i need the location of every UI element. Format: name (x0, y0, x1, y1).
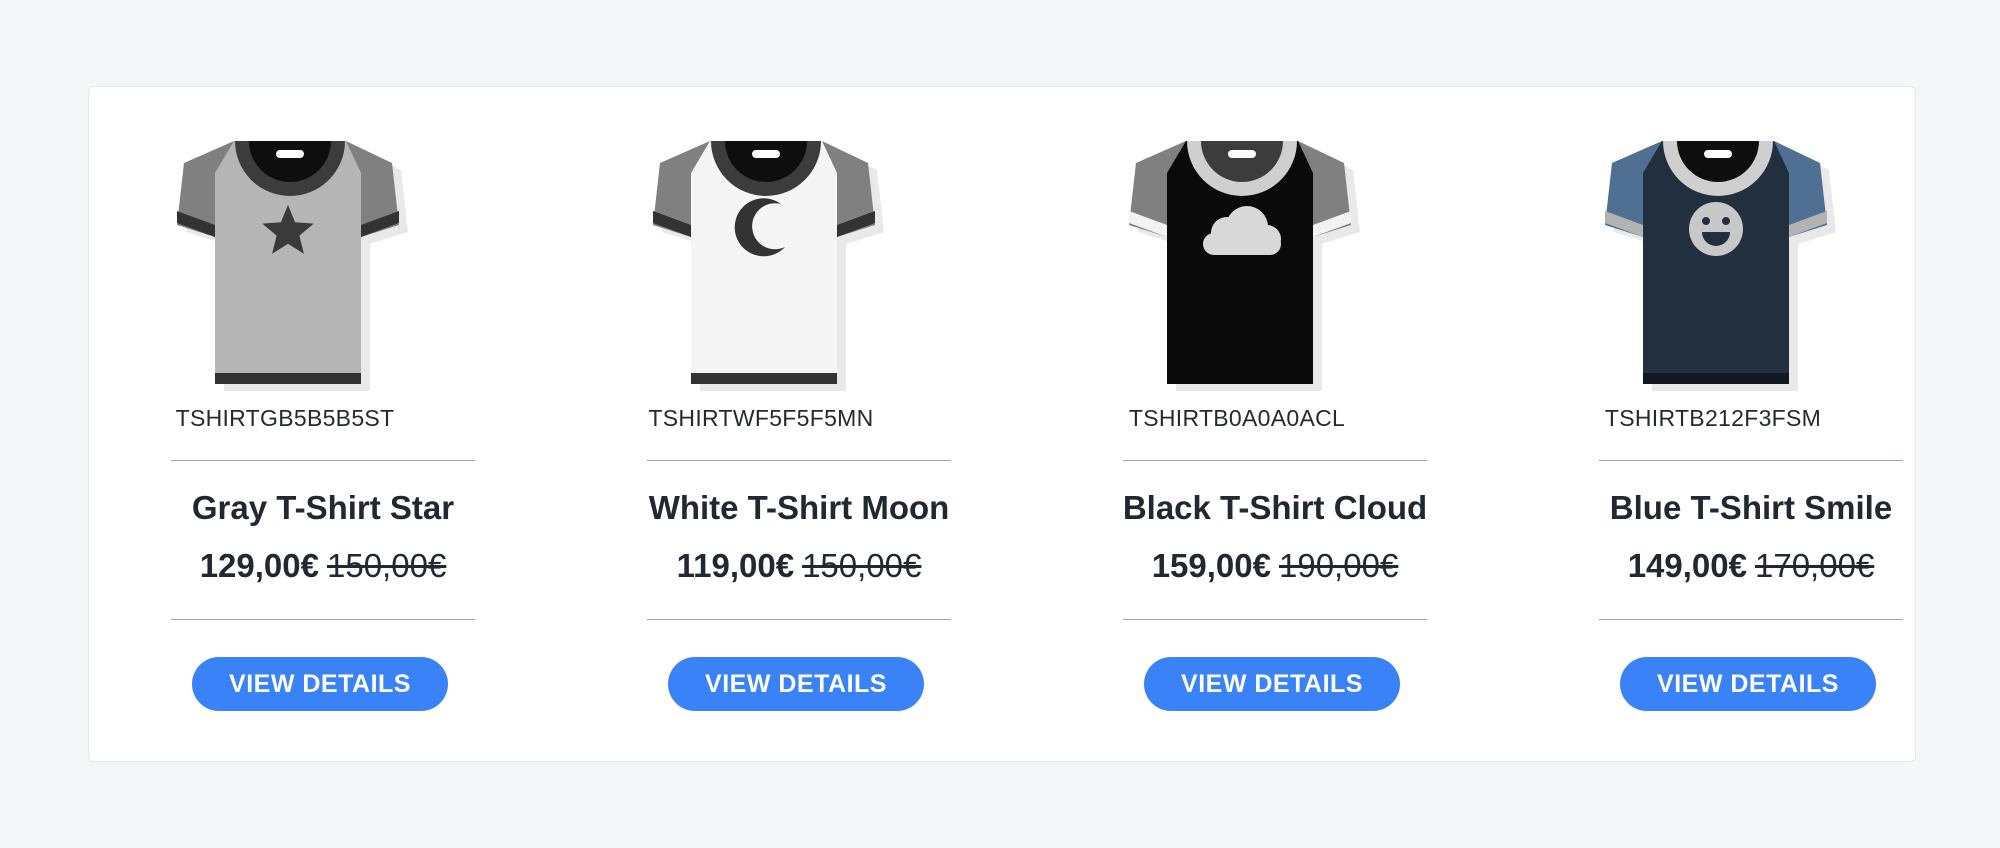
view-details-button[interactable]: VIEW DETAILS (668, 657, 924, 711)
product-name: Gray T-Shirt Star (191, 489, 455, 526)
product-sku: TSHIRTB212F3FSM (1604, 405, 1822, 431)
original-price: 150,00€ (802, 547, 922, 584)
divider (1123, 460, 1427, 461)
product-price-row: 129,00€ 150,00€ (125, 547, 521, 585)
tshirt-icon (177, 141, 408, 391)
product-name: White T-Shirt Moon (648, 489, 950, 526)
product-price-row: 149,00€ 170,00€ (1553, 547, 1949, 585)
black-tshirt-image[interactable] (1107, 133, 1367, 393)
product-sku: TSHIRTGB5B5B5ST (175, 405, 395, 431)
tshirt-icon (653, 141, 884, 391)
divider (647, 619, 951, 620)
tshirt-icon (1605, 141, 1836, 391)
product-list-card: TSHIRTGB5B5B5ST Gray T-Shirt Star 129,00… (88, 86, 1916, 762)
sale-price: 129,00€ (199, 547, 319, 584)
original-price: 170,00€ (1755, 547, 1875, 584)
divider (647, 460, 951, 461)
view-details-button[interactable]: VIEW DETAILS (1144, 657, 1400, 711)
divider (171, 619, 475, 620)
product-name: Black T-Shirt Cloud (1122, 489, 1428, 526)
sale-price: 149,00€ (1627, 547, 1747, 584)
product-sku: TSHIRTB0A0A0ACL (1128, 405, 1346, 431)
sale-price: 159,00€ (1151, 547, 1271, 584)
product-price-row: 159,00€ 190,00€ (1077, 547, 1473, 585)
product-name: Blue T-Shirt Smile (1609, 489, 1893, 526)
view-details-button[interactable]: VIEW DETAILS (1620, 657, 1876, 711)
sale-price: 119,00€ (676, 547, 795, 584)
white-tshirt-image[interactable] (631, 133, 891, 393)
divider (171, 460, 475, 461)
divider (1599, 619, 1903, 620)
blue-tshirt-image[interactable] (1583, 133, 1843, 393)
original-price: 190,00€ (1279, 547, 1399, 584)
product-card-black-cloud: TSHIRTB0A0A0ACL Black T-Shirt Cloud 159,… (1077, 87, 1427, 763)
divider (1123, 619, 1427, 620)
gray-tshirt-image[interactable] (155, 133, 415, 393)
product-price-row: 119,00€ 150,00€ (601, 547, 997, 585)
product-card-gray-star: TSHIRTGB5B5B5ST Gray T-Shirt Star 129,00… (125, 87, 475, 763)
tshirt-icon (1129, 141, 1360, 391)
original-price: 150,00€ (327, 547, 447, 584)
smile-icon (1689, 202, 1743, 256)
product-sku: TSHIRTWF5F5F5MN (648, 405, 874, 431)
product-card-white-moon: TSHIRTWF5F5F5MN White T-Shirt Moon 119,0… (601, 87, 951, 763)
view-details-button[interactable]: VIEW DETAILS (192, 657, 448, 711)
product-card-blue-smile: TSHIRTB212F3FSM Blue T-Shirt Smile 149,0… (1553, 87, 1903, 763)
divider (1599, 460, 1903, 461)
